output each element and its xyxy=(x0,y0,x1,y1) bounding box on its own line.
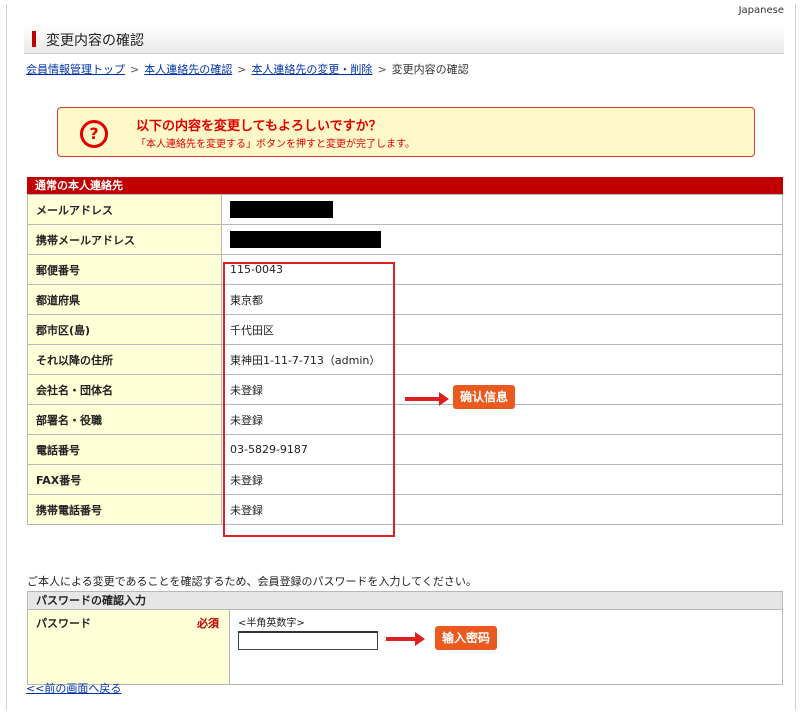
confirm-info-badge: 确认信息 xyxy=(453,385,516,409)
table-row: 郡市区(島) 千代田区 xyxy=(27,314,783,345)
row-label: 携帯電話番号 xyxy=(27,494,222,525)
contact-table: メールアドレス 携帯メールアドレス 郵便番号 115-0043 都道府県 東京都 郡… xyxy=(27,194,783,525)
confirm-alert: ? 以下の内容を変更してもよろしいですか？ 「本人連絡先を変更する」ボタンを押す… xyxy=(57,107,755,157)
row-value xyxy=(221,194,783,225)
breadcrumb-separator-icon: > xyxy=(377,63,387,76)
row-label: 電話番号 xyxy=(27,434,222,465)
required-badge: 必須 xyxy=(197,617,219,630)
redacted-mobile-email xyxy=(230,231,381,248)
row-label: 部署名・役職 xyxy=(27,404,222,435)
table-row: FAX番号 未登録 xyxy=(27,464,783,495)
breadcrumb: 会員情報管理トップ > 本人連絡先の確認 > 本人連絡先の変更・削除 > 変更内容の確認 xyxy=(26,61,469,77)
row-label: 会社名・団体名 xyxy=(27,374,222,405)
breadcrumb-current: 変更内容の確認 xyxy=(391,63,469,76)
row-label: 携帯メールアドレス xyxy=(27,224,222,255)
breadcrumb-separator-icon: > xyxy=(237,63,247,76)
breadcrumb-link-top[interactable]: 会員情報管理トップ xyxy=(26,63,125,76)
arrow-right-icon xyxy=(405,392,449,406)
table-row: 都道府県 東京都 xyxy=(27,284,783,315)
row-label: FAX番号 xyxy=(27,464,222,495)
breadcrumb-link-contact-edit[interactable]: 本人連絡先の変更・削除 xyxy=(251,63,372,76)
row-label: 都道府県 xyxy=(27,284,222,315)
highlight-box xyxy=(223,262,395,537)
back-link[interactable]: <<前の画面へ戻る xyxy=(26,680,121,696)
password-value-cell: <半角英数字> xyxy=(229,609,783,685)
section-title: 通常の本人連絡先 xyxy=(27,177,783,194)
row-label: それ以降の住所 xyxy=(27,344,222,375)
language-link[interactable]: Japanese xyxy=(739,5,784,16)
password-hint: <半角英数字> xyxy=(238,618,305,629)
contact-section: 通常の本人連絡先 メールアドレス 携帯メールアドレス 郵便番号 115-0043 … xyxy=(27,177,783,525)
password-label-cell: パスワード 必須 xyxy=(27,609,230,685)
title-accent-bar xyxy=(32,31,36,47)
table-row: 携帯電話番号 未登録 xyxy=(27,494,783,525)
password-label: パスワード xyxy=(36,617,91,630)
table-row: 携帯メールアドレス xyxy=(27,224,783,255)
password-section-title: パスワードの確認入力 xyxy=(27,591,783,609)
password-input[interactable] xyxy=(238,631,378,650)
redacted-email xyxy=(230,201,333,218)
password-table: パスワード 必須 <半角英数字> xyxy=(27,609,783,685)
breadcrumb-link-contact-confirm[interactable]: 本人連絡先の確認 xyxy=(144,63,232,76)
arrow-right-icon xyxy=(386,632,425,646)
row-label: 郵便番号 xyxy=(27,254,222,285)
row-label: 郡市区(島) xyxy=(27,314,222,345)
table-row: メールアドレス xyxy=(27,194,783,225)
table-row: 部署名・役職 未登録 xyxy=(27,404,783,435)
alert-instruction: 「本人連絡先を変更する」ボタンを押すと変更が完了します。 xyxy=(136,139,415,150)
row-value xyxy=(221,224,783,255)
question-icon: ? xyxy=(80,120,108,148)
breadcrumb-separator-icon: > xyxy=(130,63,140,76)
alert-question: 以下の内容を変更してもよろしいですか？ xyxy=(136,119,382,134)
table-row: パスワード 必須 <半角英数字> xyxy=(27,609,783,685)
table-row: 電話番号 03-5829-9187 xyxy=(27,434,783,465)
enter-password-badge: 输入密码 xyxy=(435,626,498,650)
page-title: 変更内容の確認 xyxy=(46,33,144,49)
table-row: 郵便番号 115-0043 xyxy=(27,254,783,285)
table-row: それ以降の住所 東神田1-11-7-713（admin） xyxy=(27,344,783,375)
password-note: ご本人による変更であることを確認するため、会員登録のパスワードを入力してください… xyxy=(27,575,477,588)
row-label: メールアドレス xyxy=(27,194,222,225)
page-title-bar: 変更内容の確認 xyxy=(24,25,784,54)
